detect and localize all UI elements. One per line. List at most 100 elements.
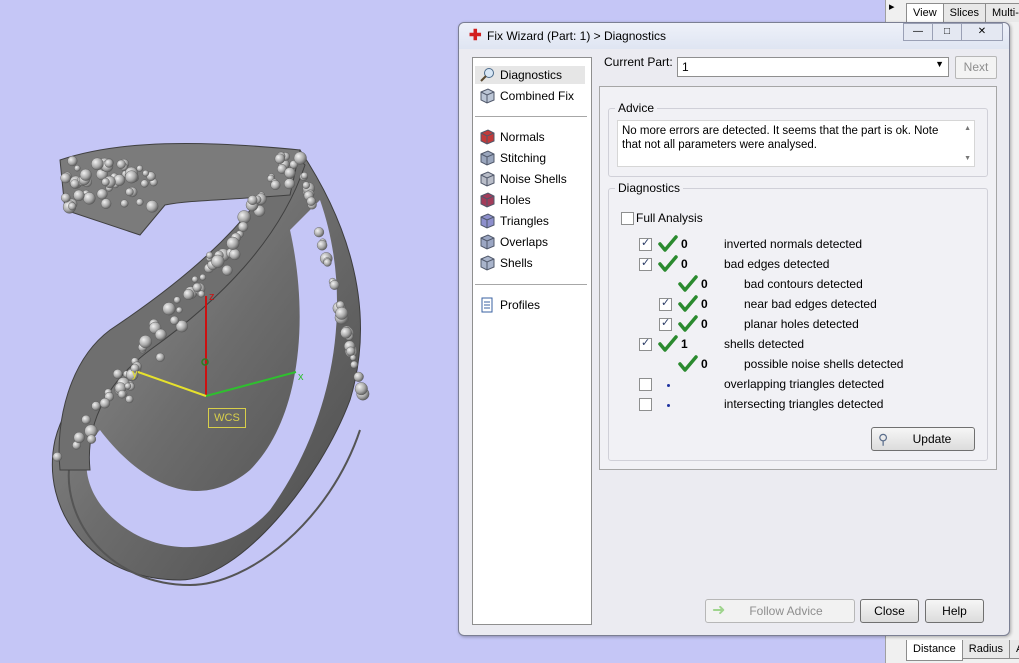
diagnostic-row: ✓ 0 bad edges detected <box>609 255 979 273</box>
bead <box>79 168 92 181</box>
bead <box>99 397 111 409</box>
advice-text: No more errors are detected. It seems th… <box>622 125 939 151</box>
next-button[interactable]: Next <box>955 56 997 79</box>
nav-item-combined-fix[interactable]: Combined Fix <box>479 87 574 105</box>
tab-distance[interactable]: Distance <box>906 640 963 661</box>
ok-check-icon <box>678 315 698 333</box>
minimize-button[interactable]: — <box>903 23 933 41</box>
nav-item-triangles[interactable]: Triangles <box>479 212 549 230</box>
diagnostic-checkbox[interactable] <box>639 398 652 411</box>
full-analysis-checkbox[interactable] <box>621 212 634 225</box>
nav-item-holes[interactable]: Holes <box>479 191 531 209</box>
diagnostic-row: ✓ 1 shells detected <box>609 335 979 353</box>
diagnostic-checkbox[interactable]: ✓ <box>639 337 652 351</box>
bead <box>316 240 328 251</box>
bead <box>52 452 63 462</box>
tab-radius[interactable]: Radius <box>961 640 1011 659</box>
bead <box>293 151 307 165</box>
bead <box>138 335 153 349</box>
diagnostics-panel: Advice No more errors are detected. It s… <box>599 86 997 470</box>
bead <box>154 328 167 341</box>
nav-item-normals[interactable]: Normals <box>479 128 545 146</box>
red-cross-icon: ✚ <box>469 27 482 44</box>
bead <box>125 395 134 404</box>
stitching-cube-icon <box>479 150 495 166</box>
tab-angle[interactable]: An <box>1009 640 1019 659</box>
diagnostic-label: near bad edges detected <box>744 297 877 311</box>
nav-item-label: Profiles <box>500 298 541 312</box>
diagnostic-label: inverted normals detected <box>724 237 863 251</box>
nav-item-stitching[interactable]: Stitching <box>479 149 546 167</box>
diagnostic-checkbox[interactable] <box>639 378 652 391</box>
bead <box>199 273 207 281</box>
advice-legend: Advice <box>618 101 655 115</box>
nav-item-shells[interactable]: Shells <box>479 254 533 272</box>
title-bar[interactable]: ✚ Fix Wizard (Part: 1) > Diagnostics — □… <box>459 23 1009 49</box>
bead <box>125 187 134 197</box>
bead <box>91 157 104 171</box>
bead <box>329 280 340 290</box>
bead <box>83 192 96 205</box>
scroll-down-icon[interactable]: ▼ <box>964 155 971 162</box>
nav-item-profiles[interactable]: Profiles <box>479 296 540 314</box>
tab-multi-section[interactable]: Multi-Se <box>985 3 1019 22</box>
bead <box>229 248 241 261</box>
bead <box>183 288 195 300</box>
advice-textbox[interactable]: No more errors are detected. It seems th… <box>617 120 975 167</box>
diagnostic-checkbox[interactable]: ✓ <box>639 237 652 251</box>
diagnostic-row: ✓ 0 inverted normals detected <box>609 235 979 253</box>
check-mark-icon: ✓ <box>641 237 651 249</box>
nav-item-label: Holes <box>500 193 531 207</box>
update-button[interactable]: ⚲ Update <box>871 427 975 451</box>
bead <box>247 195 258 205</box>
nav-item-label: Normals <box>500 130 545 144</box>
close-button[interactable]: Close <box>860 599 919 623</box>
nav-item-label: Combined Fix <box>500 89 575 103</box>
diagnostic-checkbox[interactable]: ✓ <box>659 317 672 331</box>
tab-view[interactable]: View <box>906 3 944 24</box>
bead <box>145 200 159 213</box>
ok-check-icon <box>678 295 698 313</box>
bead <box>302 181 310 189</box>
bead <box>283 178 295 190</box>
ok-check-icon <box>658 255 678 273</box>
nav-item-noise-shells[interactable]: Noise Shells <box>479 170 567 188</box>
diagnostic-label: bad edges detected <box>724 257 830 271</box>
overlaps-cube-icon <box>479 234 495 250</box>
diagnostic-label: shells detected <box>724 337 805 351</box>
diagnostic-count: 0 <box>681 257 688 271</box>
bead <box>237 221 249 232</box>
arrow-right-icon: ➜ <box>712 602 726 619</box>
nav-item-label: Noise Shells <box>500 172 567 186</box>
nav-item-diagnostics[interactable]: Diagnostics <box>475 66 585 84</box>
check-mark-icon: ✓ <box>641 337 651 349</box>
nav-item-label: Shells <box>500 256 533 270</box>
bead <box>60 193 71 203</box>
bead <box>125 170 138 184</box>
pin-icon[interactable]: ▸ <box>889 0 895 13</box>
close-window-button[interactable]: ✕ <box>961 23 1003 41</box>
wcs-label: WCS <box>208 408 246 428</box>
scroll-up-icon[interactable]: ▲ <box>964 125 971 132</box>
ok-check-icon <box>658 335 678 353</box>
diagnostic-checkbox[interactable]: ✓ <box>639 257 652 271</box>
help-button[interactable]: Help <box>925 599 984 623</box>
diagnostic-count: 1 <box>681 337 688 351</box>
bead <box>162 302 176 316</box>
fix-wizard-nav: Diagnostics Combined Fix Normals Stitching N… <box>472 57 592 625</box>
tab-slices[interactable]: Slices <box>942 3 986 22</box>
maximize-button[interactable]: □ <box>932 23 962 41</box>
view-tabs: View Slices Multi-Se <box>906 3 1019 24</box>
dialog-title: Fix Wizard (Part: 1) > Diagnostics <box>487 29 667 43</box>
bead <box>155 352 165 362</box>
bead <box>86 434 97 444</box>
current-part-value: 1 <box>682 60 689 74</box>
cube-icon <box>479 88 495 104</box>
nav-item-overlaps[interactable]: Overlaps <box>479 233 548 251</box>
follow-advice-button[interactable]: ➜ Follow Advice <box>705 599 855 623</box>
diagnostic-checkbox[interactable]: ✓ <box>659 297 672 311</box>
bead <box>74 165 81 172</box>
diagnostic-count: 0 <box>701 297 708 311</box>
bead <box>192 282 202 292</box>
current-part-select[interactable]: 1 ▼ <box>677 57 949 77</box>
